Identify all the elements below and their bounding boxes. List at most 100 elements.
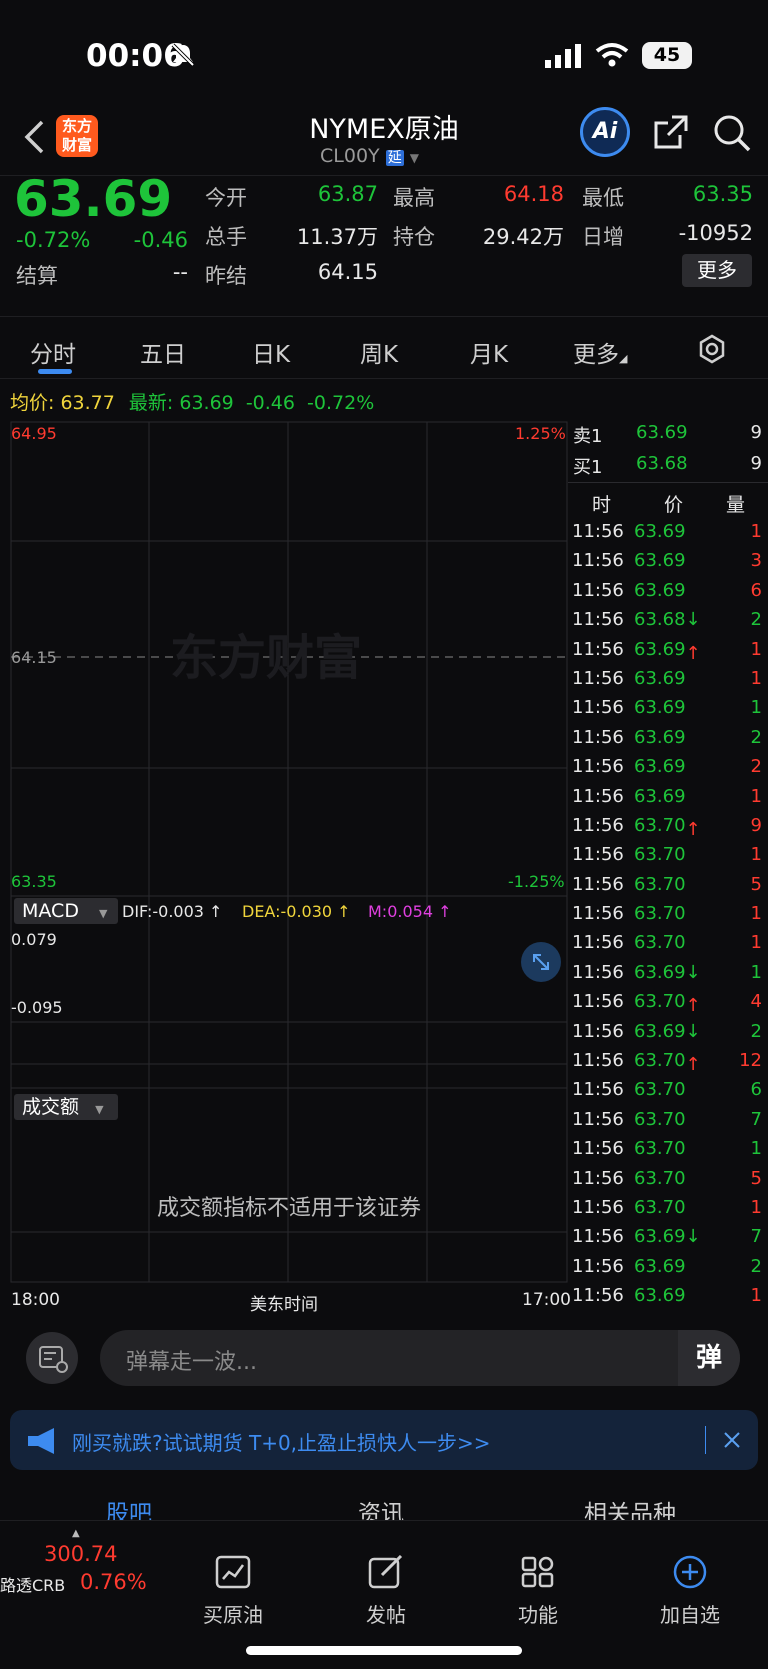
tick-price: 63.69↓ (634, 961, 701, 983)
search-icon[interactable] (712, 113, 752, 153)
tick-qty: 5 (750, 1167, 762, 1189)
pct-high-label: 1.25% (515, 424, 566, 443)
tick-qty: 12 (739, 1050, 762, 1072)
open-label: 今开 (205, 186, 247, 210)
oi-value: 29.42万 (482, 225, 564, 249)
index-ticker[interactable]: ▲ 300.74 路透CRB 0.76% (0, 1528, 150, 1598)
tick-time: 11:56 (572, 991, 624, 1013)
col-time: 时 (592, 494, 612, 516)
tab-five-day[interactable]: 五日 (140, 335, 186, 369)
caret-up-icon: ▲ (72, 1528, 80, 1539)
tick-time: 11:56 (572, 1255, 624, 1277)
tick-qty: 1 (750, 961, 762, 983)
tick-qty: 2 (750, 1255, 762, 1277)
bid-qty: 9 (750, 453, 762, 474)
tab-more-label: 更多 (573, 342, 619, 368)
post-button[interactable]: 发帖 (336, 1554, 436, 1628)
megaphone-icon (28, 1428, 54, 1454)
tick-qty: 1 (750, 667, 762, 689)
intraday-chart[interactable]: 东方财富 64.95 1.25% 64.15 63.35 -1.25% MACD… (0, 418, 571, 1315)
share-icon[interactable] (652, 113, 690, 151)
tab-more[interactable]: 更多◢ (573, 335, 627, 369)
settle-value: -- (172, 260, 188, 284)
latest-change: -0.46 (245, 392, 295, 414)
close-icon[interactable] (722, 1430, 742, 1450)
signal-icon (545, 44, 581, 68)
col-qty: 量 (726, 494, 746, 516)
ai-button[interactable]: Ai (580, 107, 630, 157)
corner-triangle-icon: ◢ (619, 352, 628, 365)
delay-badge: 延 (385, 150, 404, 166)
tick-qty: 1 (750, 785, 762, 807)
index-value: 300.74 (44, 1542, 118, 1566)
tick-time: 11:56 (572, 844, 624, 866)
bid-label: 买1 (573, 457, 603, 478)
tick-qty: 2 (750, 1020, 762, 1042)
tick-row: 11:56 63.69 1 (568, 1281, 768, 1310)
tick-time: 11:56 (572, 814, 624, 836)
danmu-send-button[interactable]: 弹 (678, 1330, 740, 1386)
indicator-select-volume[interactable]: 成交额 ▼ (14, 1094, 118, 1120)
tick-row: 11:56 63.70 5 (568, 1164, 768, 1193)
chevron-down-icon: ▼ (99, 907, 108, 920)
settings-gear-icon[interactable] (697, 334, 727, 364)
tick-qty: 1 (750, 697, 762, 719)
tick-panel[interactable]: 卖1 63.69 9 买1 63.68 9 时 价 量 11:56 63.69 1 1… (568, 418, 768, 1308)
tick-time: 11:56 (572, 932, 624, 954)
tick-qty: 2 (750, 726, 762, 748)
tab-intraday[interactable]: 分时 (30, 335, 76, 369)
tab-monthly-k[interactable]: 月K (470, 335, 508, 369)
expand-button[interactable] (521, 942, 561, 982)
danmu-input[interactable]: 弹幕走一波... 弹 (100, 1330, 740, 1386)
tick-row: 11:56 63.70 5 (568, 870, 768, 899)
ask-label: 卖1 (573, 426, 603, 447)
tick-qty: 1 (750, 521, 762, 542)
functions-label: 功能 (518, 1603, 558, 1627)
tick-price: 63.70 (634, 1108, 686, 1130)
tick-price: 63.69 (634, 521, 686, 542)
promo-banner[interactable]: 刚买就跌?试试期货 T+0,止盈止损快人一步>> (10, 1410, 758, 1470)
tick-row: 11:56 63.70 1 (568, 928, 768, 957)
tick-row: 11:56 63.69 1 (568, 517, 768, 546)
tick-price: 63.70 (634, 1196, 686, 1218)
tick-time: 11:56 (572, 1196, 624, 1218)
dif-value: DIF:-0.003 ↑ (122, 902, 223, 921)
tick-price: 63.69↓ (634, 1020, 701, 1042)
back-arrow-icon[interactable] (22, 119, 46, 155)
edit-icon (368, 1554, 403, 1589)
more-button[interactable]: 更多 (682, 254, 752, 287)
high-label: 最高 (393, 186, 435, 210)
tick-qty: 2 (750, 609, 762, 631)
tick-time: 11:56 (572, 1167, 624, 1189)
buy-oil-button[interactable]: 买原油 (183, 1555, 283, 1628)
tick-row: 11:56 63.69 2 (568, 723, 768, 752)
tick-qty: 6 (750, 579, 762, 601)
contract-code[interactable]: CL00Y 延 ▼ (320, 145, 419, 167)
tab-weekly-k[interactable]: 周K (360, 335, 398, 369)
app-logo[interactable]: 东方 财富 (56, 115, 98, 157)
macd-high-label: 0.079 (11, 930, 57, 949)
avg-price-bar: 均价: 63.77 最新: 63.69 -0.46 -0.72% (10, 388, 374, 415)
tick-qty: 4 (750, 991, 762, 1013)
tab-daily-k[interactable]: 日K (252, 335, 290, 369)
danmu-icon: 弹 (695, 1343, 722, 1373)
prev-settle-value: 64.15 (317, 260, 378, 284)
danmu-settings-button[interactable] (26, 1332, 78, 1384)
indicator-select-macd[interactable]: MACD ▼ (14, 898, 118, 924)
tick-row: 11:56 63.69↓ 7 (568, 1222, 768, 1251)
tick-row: 11:56 63.69 1 (568, 693, 768, 722)
volume-not-applicable-note: 成交额指标不适用于该证券 (156, 1196, 421, 1221)
add-watchlist-button[interactable]: 加自选 (640, 1555, 740, 1628)
volume-value: 11.37万 (296, 225, 378, 249)
danmu-placeholder: 弹幕走一波... (126, 1350, 257, 1375)
ask-price: 63.69 (636, 422, 688, 443)
tick-time: 11:56 (572, 1285, 624, 1307)
divider (568, 482, 768, 483)
functions-button[interactable]: 功能 (488, 1555, 588, 1628)
tick-row: 11:56 63.70 ↑ 9 (568, 811, 768, 840)
prev-settle-line-label: 64.15 (11, 648, 57, 667)
bid-row: 买1 63.68 9 (568, 449, 768, 480)
volume-label: 总手 (205, 225, 247, 249)
ask-qty: 9 (750, 422, 762, 443)
promo-text: 刚买就跌?试试期货 T+0,止盈止损快人一步>> (72, 1431, 491, 1455)
